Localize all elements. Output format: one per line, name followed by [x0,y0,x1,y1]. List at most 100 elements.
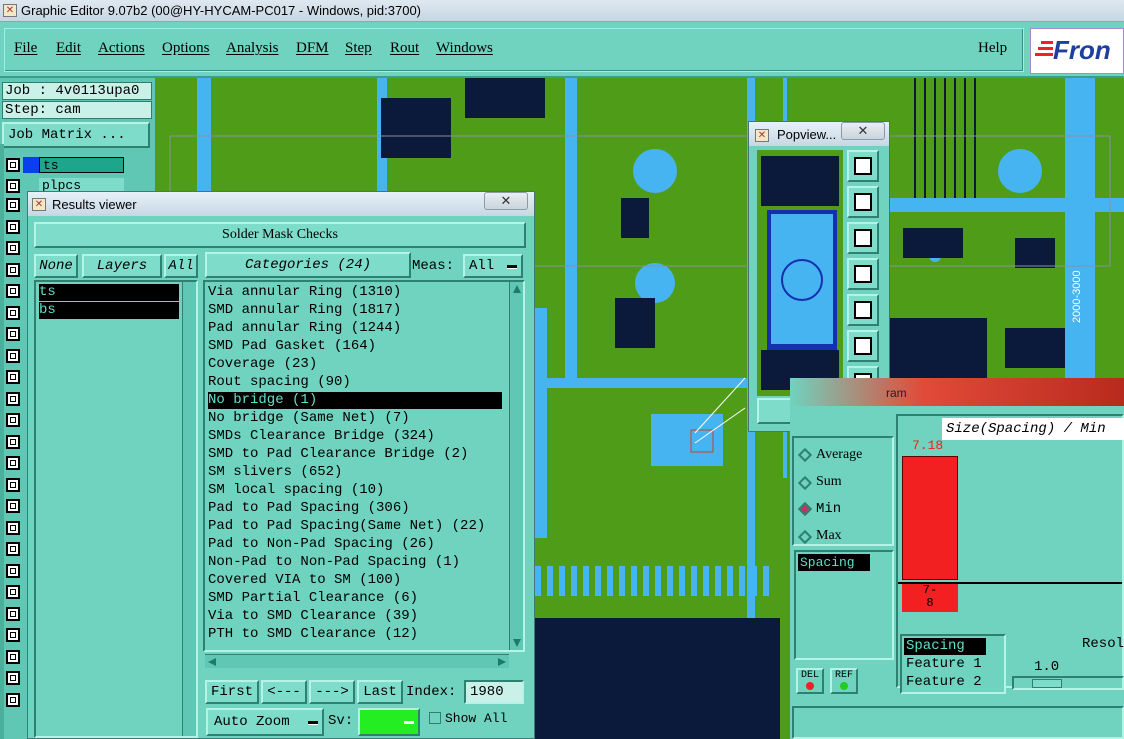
category-item[interactable]: Pad to Pad Spacing (306) [208,500,502,517]
detail-list[interactable]: Spacing Feature 1 Feature 2 [900,634,1006,694]
layers-button[interactable]: Layers [82,254,162,278]
resolution-slider[interactable] [1012,676,1124,690]
categories-list[interactable]: Via annular Ring (1310) SMD annular Ring … [203,280,525,652]
scroll-left-icon[interactable] [208,658,216,666]
radio-min[interactable] [797,501,813,517]
layer-checkbox[interactable] [6,477,20,492]
layer-checkbox[interactable] [6,391,20,406]
results-viewer-window[interactable]: ✕ Results viewer ✕ Solder Mask Checks No… [27,191,535,739]
layer-list-item[interactable]: ts [39,284,179,301]
measure-list-item[interactable]: Spacing [798,554,870,571]
category-item[interactable]: SMD Pad Gasket (164) [208,338,502,355]
categories-button[interactable]: Categories (24) [205,252,411,278]
menu-analysis[interactable]: Analysis [226,40,279,57]
menu-options[interactable]: Options [162,40,210,57]
category-item[interactable]: SM local spacing (10) [208,482,502,499]
category-item[interactable]: No bridge (Same Net) (7) [208,410,502,427]
scroll-down-icon[interactable] [513,639,521,647]
meas-dropdown[interactable]: All [463,254,523,278]
pan-left-button[interactable] [847,258,879,290]
scroll-up-icon[interactable] [513,285,521,293]
layer-checkbox[interactable] [6,692,20,707]
layer-checkbox[interactable] [6,262,20,277]
measure-list[interactable]: Spacing [794,550,894,660]
category-item[interactable]: SM slivers (652) [208,464,502,481]
layer-list-item[interactable]: bs [39,302,179,319]
ref-button[interactable]: REF [830,668,858,694]
menu-step[interactable]: Step [345,40,372,57]
last-button[interactable]: Last [357,680,403,704]
layer-list[interactable]: ts bs [34,280,198,738]
layer-checkbox[interactable] [6,649,20,664]
category-item[interactable]: Rout spacing (90) [208,374,502,391]
layer-checkbox[interactable] [6,348,20,363]
histogram-title-bar[interactable]: ram [790,378,1124,406]
category-item[interactable]: Non-Pad to Non-Pad Spacing (1) [208,554,502,571]
index-input[interactable]: 1980 [464,680,524,704]
categories-vertical-scrollbar[interactable] [509,282,523,650]
slider-thumb[interactable] [1032,679,1062,688]
category-item[interactable]: SMD to Pad Clearance Bridge (2) [208,446,502,463]
layer-row-ts[interactable]: ts [6,156,156,175]
layer-checkbox[interactable] [6,542,20,556]
next-button[interactable]: ---> [309,680,355,704]
category-item[interactable]: Covered VIA to SM (100) [208,572,502,589]
auto-zoom-dropdown[interactable]: Auto Zoom [206,708,324,736]
layer-checkbox[interactable] [6,413,20,427]
popview-title-bar[interactable]: ✕ Popview... ✕ [749,122,889,146]
close-button[interactable]: ✕ [484,192,528,210]
detail-list-item[interactable]: Feature 1 [904,656,982,673]
del-button[interactable]: DEL [796,668,824,694]
layer-checkbox[interactable] [6,434,20,449]
category-item[interactable]: Pad annular Ring (1244) [208,320,502,337]
layer-checkbox[interactable] [6,671,20,685]
radio-average[interactable] [797,447,813,463]
category-item[interactable]: Coverage (23) [208,356,502,373]
layer-checkbox[interactable] [6,628,20,642]
layer-checkbox[interactable] [6,219,20,234]
radio-max[interactable] [797,529,813,545]
detail-list-item[interactable]: Feature 2 [904,674,982,691]
layer-checkbox[interactable] [6,606,20,621]
scroll-right-icon[interactable] [498,658,506,666]
none-button[interactable]: None [34,254,78,278]
histogram-bar[interactable] [902,456,958,580]
pan-down-button[interactable] [847,222,879,254]
category-item[interactable]: SMDs Clearance Bridge (324) [208,428,502,445]
categories-horizontal-scrollbar[interactable] [205,654,509,668]
layer-checkbox[interactable] [6,585,20,599]
radio-sum[interactable] [797,475,813,491]
prev-button[interactable]: <--- [261,680,307,704]
layer-checkbox[interactable] [6,327,20,341]
layer-checkbox[interactable] [6,179,20,193]
layer-checkbox[interactable] [6,520,20,535]
layer-checkbox[interactable] [6,563,20,578]
sv-color-dropdown[interactable] [358,708,420,736]
category-item[interactable]: Via annular Ring (1310) [208,284,502,301]
menu-rout[interactable]: Rout [390,40,419,57]
menu-dfm[interactable]: DFM [296,40,329,57]
category-item[interactable]: Pad to Non-Pad Spacing (26) [208,536,502,553]
window-title-bar[interactable]: ✕ Graphic Editor 9.07b2 (00@HY-HYCAM-PC0… [0,0,1124,22]
stat-radio-group[interactable]: Average Sum Min Max [792,436,894,546]
layer-checkbox[interactable] [6,499,20,513]
all-layers-button[interactable]: All [164,254,198,278]
menu-help[interactable]: Help [978,40,1007,57]
category-item[interactable]: SMD Partial Clearance (6) [208,590,502,607]
pan-up-button[interactable] [847,186,879,218]
menu-file[interactable]: File [14,40,37,57]
layer-checkbox[interactable] [6,370,20,384]
menu-actions[interactable]: Actions [98,40,145,57]
menu-windows[interactable]: Windows [436,40,493,57]
show-all-checkbox[interactable] [429,712,441,724]
category-item[interactable]: PTH to SMD Clearance (12) [208,626,502,643]
detail-list-item[interactable]: Spacing [904,638,986,655]
layer-list-scrollbar[interactable] [182,282,196,736]
first-button[interactable]: First [205,680,259,704]
category-item[interactable]: Pad to Pad Spacing(Same Net) (22) [208,518,502,535]
category-item[interactable]: Via to SMD Clearance (39) [208,608,502,625]
popview-zoom-view[interactable] [757,150,843,396]
layer-checkbox[interactable] [6,284,20,298]
menu-edit[interactable]: Edit [56,40,81,57]
category-item[interactable]: SMD annular Ring (1817) [208,302,502,319]
